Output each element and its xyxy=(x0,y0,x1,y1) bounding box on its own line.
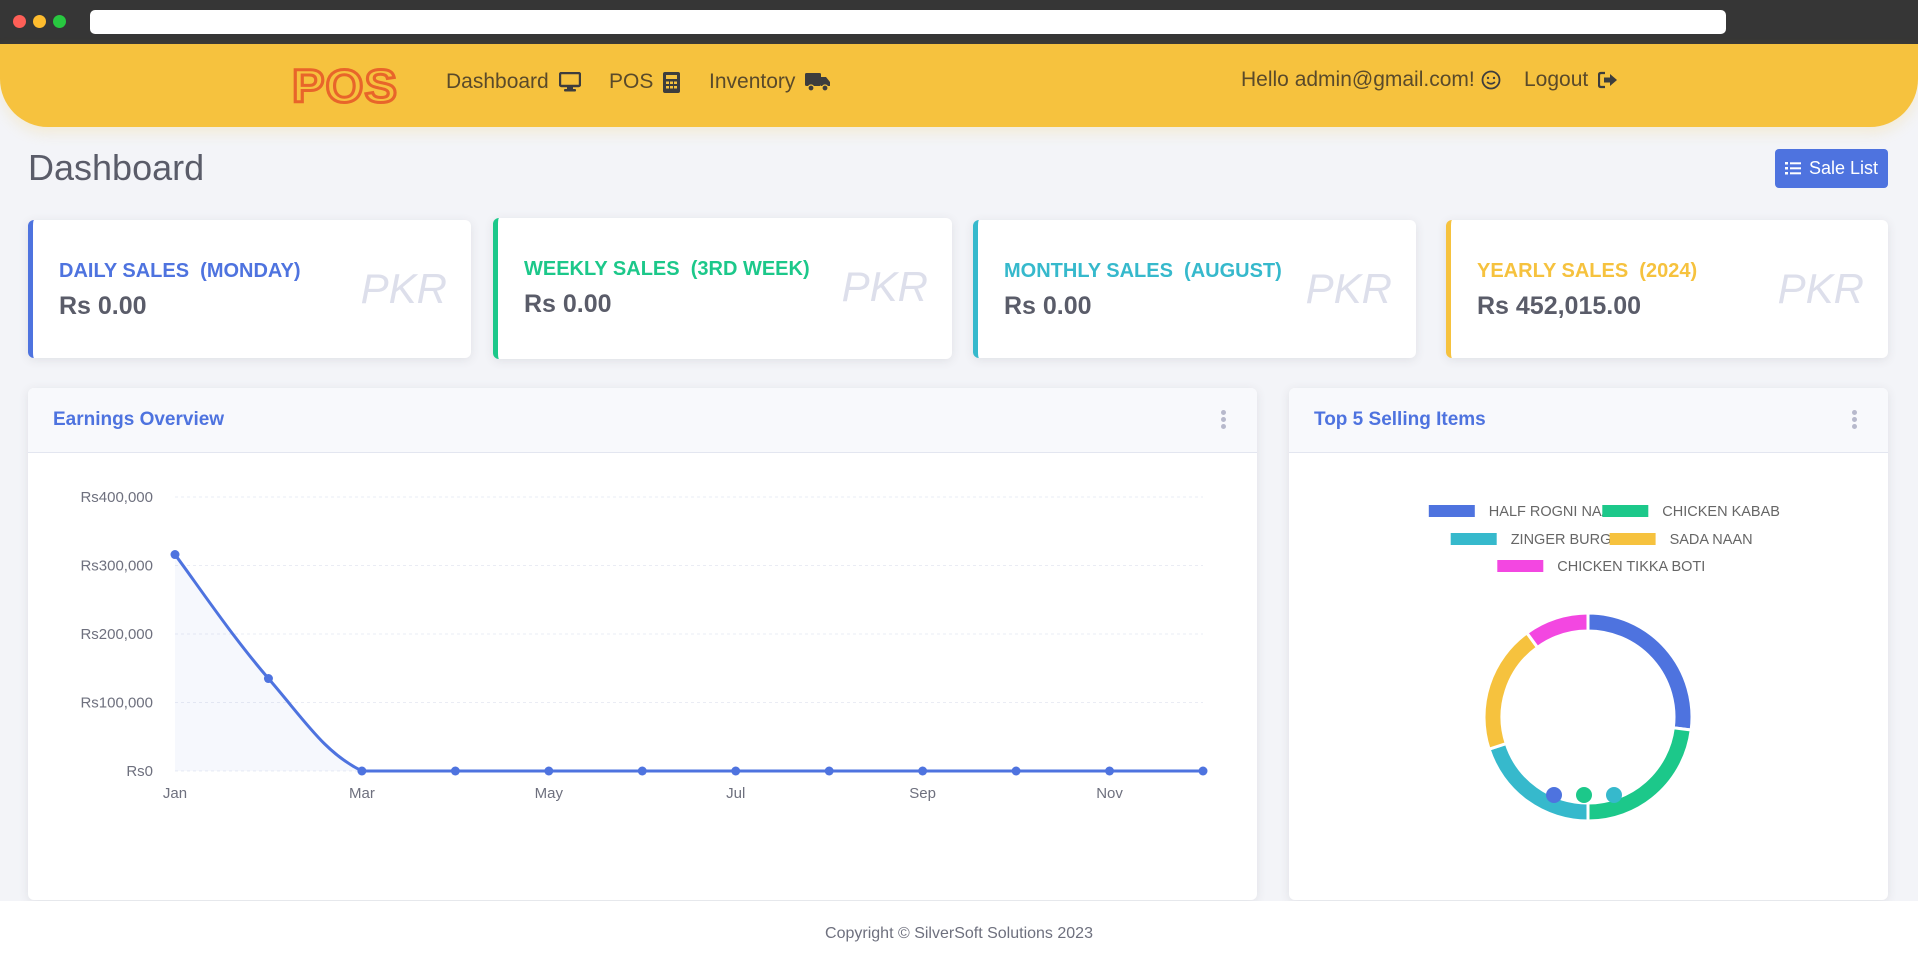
data-point-mar[interactable] xyxy=(357,766,367,776)
x-tick-label: May xyxy=(535,785,564,802)
data-point-nov[interactable] xyxy=(1105,766,1115,776)
top-items-panel-header: Top 5 Selling Items xyxy=(1289,388,1888,453)
donut-slice-half-rogni-naan[interactable] xyxy=(1586,611,1694,732)
top-selling-items-panel: Top 5 Selling Items HALF ROGNI NAAN CHICK… xyxy=(1289,388,1888,900)
data-point-jan[interactable] xyxy=(170,550,180,560)
user-greeting: Hello admin@gmail.com! xyxy=(1241,68,1501,92)
weekly-sales-card: WEEKLY SALES (3RD WEEK) Rs 0.00 PKR xyxy=(493,218,952,359)
sale-list-button-label: Sale List xyxy=(1808,158,1879,178)
yearly-sales-card: YEARLY SALES (2024) Rs 452,015.00 PKR xyxy=(1446,220,1888,358)
data-point-feb[interactable] xyxy=(263,674,273,684)
earnings-panel-header: Earnings Overview xyxy=(28,388,1257,453)
x-tick-label: Nov xyxy=(1096,785,1123,802)
legend-label[interactable]: HALF ROGNI NAAN xyxy=(1489,504,1622,520)
data-point-oct[interactable] xyxy=(1011,766,1021,776)
smile-icon xyxy=(1481,70,1501,90)
nav-link-pos[interactable]: POS xyxy=(609,70,681,94)
sign-out-icon xyxy=(1598,71,1618,89)
nav-link-dashboard-label: Dashboard xyxy=(446,70,549,93)
logout-label: Logout xyxy=(1524,68,1589,91)
data-point-jun[interactable] xyxy=(637,766,647,776)
x-tick-label: Mar xyxy=(349,785,375,802)
top-items-donut-chart: HALF ROGNI NAAN CHICKEN KABABZINGER BURGE… xyxy=(1428,504,1780,823)
donut-slice-chicken-kabab[interactable] xyxy=(1586,726,1693,823)
currency-watermark: PKR xyxy=(1777,265,1864,312)
earnings-area-chart: Rs0 Rs100,000 Rs200,000 Rs300,000 Rs400,000 J… xyxy=(80,489,1208,802)
weekly-sales-label: WEEKLY SALES (3RD WEEK) xyxy=(524,258,810,280)
logout-link[interactable]: Logout xyxy=(1524,68,1618,92)
daily-sales-value: Rs 0.00 xyxy=(59,292,147,320)
y-tick-label: Rs400,000 xyxy=(80,489,153,506)
data-point-jul[interactable] xyxy=(731,766,741,776)
nav-link-inventory-label: Inventory xyxy=(709,70,796,93)
close-window-icon[interactable] xyxy=(13,15,26,28)
donut-slice-chicken-tikka-boti[interactable] xyxy=(1524,611,1590,650)
nav-link-dashboard[interactable]: Dashboard xyxy=(446,70,581,94)
sale-list-button[interactable]: Sale List xyxy=(1775,149,1888,188)
earnings-panel-title: Earnings Overview xyxy=(53,409,225,430)
user-greeting-text: Hello admin@gmail.com! xyxy=(1241,68,1475,91)
monitor-icon xyxy=(558,72,581,92)
data-point-apr[interactable] xyxy=(450,766,460,776)
currency-watermark: PKR xyxy=(841,263,928,310)
data-point-may[interactable] xyxy=(544,766,554,776)
legend-swatch xyxy=(1428,505,1475,517)
y-tick-label: Rs0 xyxy=(126,763,153,780)
currency-watermark: PKR xyxy=(1305,265,1392,312)
truck-icon xyxy=(805,73,831,92)
donut-slice-sada-naan[interactable] xyxy=(1482,630,1540,752)
kebab-menu-icon[interactable] xyxy=(1852,410,1858,430)
pos-logo-text: POS xyxy=(292,66,398,106)
data-point-dec[interactable] xyxy=(1198,766,1208,776)
y-tick-label: Rs300,000 xyxy=(80,558,153,575)
currency-watermark: PKR xyxy=(360,265,447,312)
legend-swatch xyxy=(1497,560,1544,572)
page-title: Dashboard xyxy=(28,147,205,188)
copyright-text: Copyright © SilverSoft Solutions 2023 xyxy=(825,925,1093,942)
legend-swatch xyxy=(1602,505,1649,517)
legend-swatch xyxy=(1450,533,1497,545)
legend-label[interactable]: CHICKEN KABAB xyxy=(1662,504,1780,520)
x-tick-label: Jul xyxy=(726,785,745,802)
area-fill xyxy=(175,554,1203,771)
top-navbar: POS Dashboard POS Inventory Hello admin@… xyxy=(0,44,1918,127)
minimize-window-icon[interactable] xyxy=(33,15,46,28)
pos-logo[interactable]: POS xyxy=(292,66,400,106)
kebab-menu-icon[interactable] xyxy=(1221,410,1227,430)
monthly-sales-label: MONTHLY SALES (AUGUST) xyxy=(1004,260,1282,282)
y-tick-label: Rs100,000 xyxy=(80,695,153,712)
yearly-sales-value: Rs 452,015.00 xyxy=(1477,292,1642,320)
legend-dot xyxy=(1546,787,1562,803)
earnings-line xyxy=(173,553,1203,773)
calculator-icon xyxy=(663,71,681,93)
monthly-sales-value: Rs 0.00 xyxy=(1004,292,1092,320)
legend-label[interactable]: CHICKEN TIKKA BOTI xyxy=(1557,559,1705,575)
donut-slice-zinger-burger[interactable] xyxy=(1487,741,1590,823)
list-icon xyxy=(1784,162,1801,175)
x-tick-label: Sep xyxy=(909,785,936,802)
data-point-aug[interactable] xyxy=(824,766,834,776)
monthly-sales-card: MONTHLY SALES (AUGUST) Rs 0.00 PKR xyxy=(973,220,1416,358)
nav-link-inventory[interactable]: Inventory xyxy=(709,70,831,94)
legend-swatch xyxy=(1609,533,1656,545)
weekly-sales-value: Rs 0.00 xyxy=(524,290,612,318)
footer: Copyright © SilverSoft Solutions 2023 xyxy=(0,901,1918,969)
address-bar[interactable] xyxy=(90,10,1726,34)
nav-link-pos-label: POS xyxy=(609,70,654,93)
legend-label[interactable]: SADA NAAN xyxy=(1670,532,1753,548)
maximize-window-icon[interactable] xyxy=(53,15,66,28)
data-point-sep[interactable] xyxy=(918,766,928,776)
legend-dot xyxy=(1606,787,1622,803)
daily-sales-label: DAILY SALES (MONDAY) xyxy=(59,260,301,282)
top-items-panel-title: Top 5 Selling Items xyxy=(1314,409,1486,430)
legend-dot xyxy=(1576,787,1592,803)
earnings-overview-panel: Earnings Overview Rs0 Rs100,000 Rs200,000 R… xyxy=(28,388,1257,900)
daily-sales-card: DAILY SALES (MONDAY) Rs 0.00 PKR xyxy=(28,220,471,358)
yearly-sales-label: YEARLY SALES (2024) xyxy=(1477,260,1698,282)
x-tick-label: Jan xyxy=(163,785,187,802)
y-tick-label: Rs200,000 xyxy=(80,626,153,643)
browser-chrome xyxy=(0,0,1918,44)
